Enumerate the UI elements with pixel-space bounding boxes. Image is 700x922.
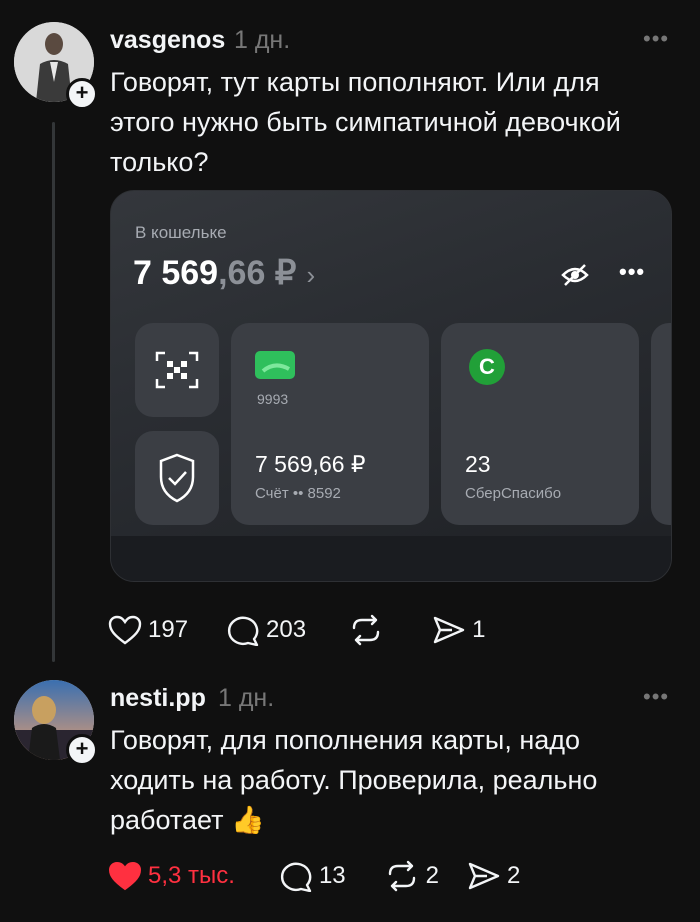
- send-icon: [468, 862, 500, 890]
- chevron-right-icon: ›: [306, 260, 316, 290]
- repost-button[interactable]: 2: [384, 860, 439, 892]
- account-label: Счёт •• 8592: [255, 485, 341, 502]
- post-2: + nesti.pp 1 дн. ••• Говорят, для пополн…: [0, 680, 700, 922]
- like-button[interactable]: 5,3 тыс.: [108, 861, 235, 891]
- heart-filled-icon: [108, 861, 142, 891]
- share-button[interactable]: 1: [432, 615, 485, 645]
- more-menu-button[interactable]: •••: [643, 684, 669, 710]
- repost-icon: [388, 860, 415, 892]
- qr-tile: [135, 323, 219, 417]
- repost-button[interactable]: [348, 614, 390, 646]
- post-time: 1 дн.: [218, 684, 275, 712]
- share-count: 1: [472, 616, 486, 643]
- qr-scan-icon: [155, 351, 199, 389]
- share-count: 2: [507, 862, 521, 889]
- card-bottom: [111, 536, 671, 581]
- sber-logo-icon: С: [469, 349, 505, 385]
- post-text-line: этого нужно быть симпатичной девочкой: [110, 107, 621, 137]
- comment-icon: [280, 862, 312, 892]
- post-text-line: Говорят, тут карты пополняют. Или для: [110, 67, 600, 97]
- shield-check-icon: [159, 453, 195, 503]
- like-count: 197: [148, 616, 189, 643]
- security-tile: [135, 431, 219, 525]
- wallet-balance: 7 569,66 ₽ ›: [133, 253, 315, 293]
- follow-plus-button[interactable]: +: [66, 734, 98, 766]
- spasibo-amount: 23: [465, 451, 491, 477]
- like-count: 5,3 тыс.: [148, 862, 235, 889]
- account-amount: 7 569,66 ₽: [255, 451, 366, 477]
- next-tile: [651, 323, 671, 525]
- repost-count: 2: [425, 862, 440, 889]
- follow-plus-button[interactable]: +: [66, 78, 98, 110]
- post-text: Говорят, тут карты пополняют. Или для эт…: [110, 62, 621, 182]
- post-text: Говорят, для пополнения карты, надо ходи…: [110, 720, 597, 840]
- comment-count: 203: [266, 616, 307, 643]
- account-tile: 9993 7 569,66 ₽ Счёт •• 8592: [231, 323, 429, 525]
- repost-icon: [352, 614, 380, 646]
- eye-hidden-icon: [561, 264, 589, 286]
- comment-button[interactable]: 13: [279, 860, 346, 892]
- like-button[interactable]: 197: [108, 615, 188, 645]
- comment-icon: [228, 616, 259, 646]
- comment-count: 13: [318, 862, 346, 889]
- post-actions: 5,3 тыс. 13 2 2: [108, 856, 548, 896]
- wallet-label: В кошельке: [135, 223, 227, 242]
- more-menu-button[interactable]: •••: [643, 26, 669, 52]
- post-actions: 197 203 1: [108, 610, 513, 650]
- sber-logo-letter: С: [479, 354, 495, 379]
- post-time: 1 дн.: [234, 26, 291, 54]
- card-last-digits: 9993: [257, 391, 289, 407]
- spasibo-tile: С 23 СберСпасибо: [441, 323, 639, 525]
- comment-button[interactable]: 203: [226, 614, 306, 646]
- send-icon: [433, 616, 465, 644]
- post-text-line: ходить на работу. Проверила, реально: [110, 765, 598, 795]
- share-button[interactable]: 2: [467, 861, 520, 891]
- attached-image[interactable]: В кошельке 7 569,66 ₽ › ••• 9993 7 569,6…: [110, 190, 672, 582]
- card-more-icon: •••: [619, 259, 646, 284]
- balance-main: 7 569: [133, 254, 219, 292]
- balance-kopecks: ,66 ₽: [218, 254, 297, 292]
- spasibo-label: СберСпасибо: [465, 485, 562, 502]
- post-1: + vasgenos 1 дн. ••• Говорят, тут карты …: [0, 0, 700, 680]
- heart-icon: [108, 615, 142, 645]
- post-text-line: только?: [110, 147, 209, 177]
- username[interactable]: vasgenos: [110, 26, 225, 55]
- post-text-line: Говорят, для пополнения карты, надо: [110, 725, 581, 755]
- card-icon: [255, 351, 295, 379]
- username[interactable]: nesti.pp: [110, 684, 206, 713]
- post-text-line: работает 👍: [110, 805, 265, 835]
